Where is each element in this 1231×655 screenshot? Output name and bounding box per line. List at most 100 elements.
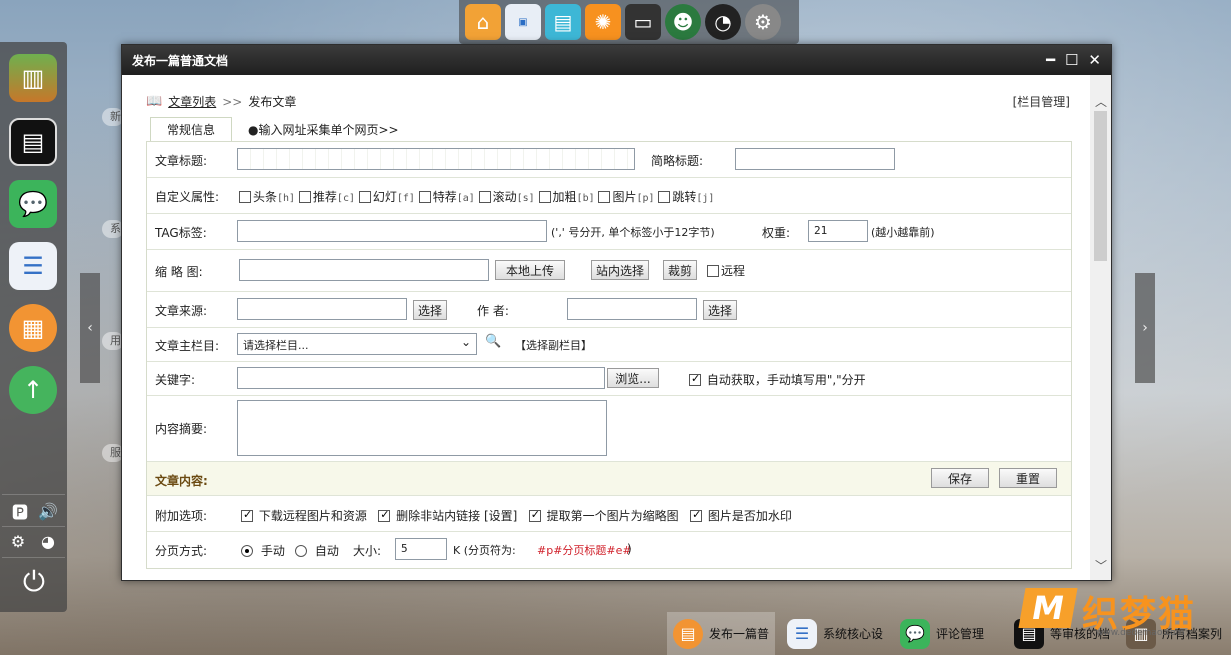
taskbar-label: 发布一篇普 [709,627,770,641]
sub-column-link[interactable]: 【选择副栏目】 [515,337,592,353]
author-input[interactable] [567,298,697,320]
toolbox-icon[interactable]: ▤ [545,4,581,40]
settings-icon: ☰ [787,618,817,649]
remove-links-checkbox[interactable]: 删除非站内链接 [设置] [378,508,517,523]
next-page-arrow[interactable]: › [1135,273,1155,383]
content-header: 文章内容: [155,474,208,488]
summary-textarea[interactable] [237,400,607,456]
local-upload-button[interactable]: 本地上传 [495,260,565,280]
window-controls: ━ ☐ ✕ [1046,51,1101,69]
home-icon[interactable]: ⌂ [465,4,501,40]
search-icon[interactable]: 🔍 [485,334,501,349]
site-select-button[interactable]: 站内选择 [591,260,649,280]
keywords-label: 关键字: [155,373,196,387]
tab-collect-url[interactable]: ●输入网址采集单个网页>> [232,117,415,141]
content-header-row: 文章内容: 保存 重置 [147,462,1071,496]
browse-button[interactable]: 浏览... [607,368,659,388]
maximize-icon[interactable]: ☐ [1065,51,1078,69]
clock-icon[interactable]: ◔ [705,4,741,40]
thumbnail-input[interactable] [239,259,489,281]
attr-checkbox[interactable]: 滚动[s] [478,190,535,204]
brand-url: www.dedemao.com [1096,628,1185,638]
scroll-down-icon[interactable]: ﹀ [1095,557,1107,574]
palette-icon[interactable]: ◕ [36,529,60,553]
note-icon[interactable]: ▦ [9,304,57,352]
taskbar-item-comments[interactable]: 💬 评论管理 [894,612,990,655]
tab-general[interactable]: 常规信息 [150,117,233,141]
toggle-settings-icon[interactable]: ☰ [9,242,57,290]
window-scrollbar[interactable]: ︿ ﹀ [1090,75,1111,580]
top-dock: ⌂ ▣ ▤ ✺ ▭ ☻ ◔ ⚙ [459,0,799,44]
taskbar-label: 系统核心设 [823,627,884,641]
column-manage-link[interactable]: [栏目管理] [1013,93,1070,110]
chat-icon[interactable]: 💬 [9,180,57,228]
weight-label: 权重: [762,226,791,240]
auto-fetch-checkbox[interactable]: 自动获取，手动填写用","分开 [689,371,866,388]
attr-checkbox[interactable]: 幻灯[f] [358,190,415,204]
left-dock: ▥ ▤ 💬 ☰ ▦ ↑ 🅿 🔊 ⚙ ◕ ⏻ [0,42,67,612]
taskbar-item-publish[interactable]: ▤ 发布一篇普 [667,612,776,655]
attr-checkbox[interactable]: 加粗[b] [538,190,595,204]
attr-checkbox[interactable]: 跳转[j] [658,190,714,204]
paging-manual-radio[interactable]: 手动 [241,542,285,559]
plugin-icon[interactable]: ▣ [505,4,541,40]
brand-logo-mark: M [1018,588,1078,628]
taskbar-item-core-settings[interactable]: ☰ 系统核心设 [781,612,889,655]
attr-checkbox[interactable]: 头条[h] [239,190,295,204]
paging-row: 分页方式: 手动 自动 大小: 5 K (分页符为: #p#分页标题#e# ) [147,532,1071,568]
extra-options-row: 附加选项: 下载远程图片和资源 删除非站内链接 [设置] 提取第一个图片为缩略图… [147,496,1071,532]
size-input[interactable]: 5 [395,538,447,560]
orange-icon[interactable]: ✺ [585,4,621,40]
custom-attr-label: 自定义属性: [155,190,220,204]
attr-checkbox[interactable]: 图片[p] [598,190,655,204]
settings-icon[interactable]: ⚙ [6,529,30,553]
summary-label: 内容摘要: [155,422,208,436]
close-icon[interactable]: ✕ [1088,51,1101,69]
column-selected-value: 请选择栏目... [243,339,309,352]
paging-auto-radio[interactable]: 自动 [295,542,339,559]
download-remote-checkbox[interactable]: 下载远程图片和资源 [241,508,367,523]
dock-divider [2,557,65,558]
card-icon[interactable]: ▭ [625,4,661,40]
power-icon[interactable]: ⏻ [18,565,50,598]
scroll-thumb[interactable] [1094,111,1107,261]
weight-input[interactable]: 21 [808,220,868,242]
article-list-link[interactable]: 文章列表 [168,93,216,110]
reset-button[interactable]: 重置 [999,468,1057,488]
volume-icon[interactable]: 🔊 [36,499,60,523]
window-titlebar[interactable]: 发布一篇普通文档 [122,45,1111,75]
custom-attr-list: 头条[h] 推荐[c] 幻灯[f] 特荐[a] 滚动[s] 加粗[b] 图片[p… [239,188,714,205]
tag-input[interactable] [237,220,547,242]
window-title: 发布一篇普通文档 [132,53,229,68]
parking-icon[interactable]: 🅿 [8,499,32,523]
remote-checkbox[interactable]: 远程 [707,262,745,279]
short-title-input[interactable] [735,148,895,170]
upload-icon[interactable]: ↑ [9,366,57,414]
crop-button[interactable]: 裁剪 [663,260,697,280]
keywords-input[interactable] [237,367,605,389]
title-row: 文章标题: 简略标题: [147,142,1071,178]
user-icon[interactable]: ☻ [665,4,701,40]
dock-divider [2,526,65,527]
article-form: 文章标题: 简略标题: 自定义属性: 头条[h] 推荐[c] 幻灯[f] 特荐[… [146,141,1072,569]
weight-hint: (越小越靠前) [871,226,935,239]
column-select[interactable]: 请选择栏目... ⌄ [237,333,477,355]
first-image-thumb-checkbox[interactable]: 提取第一个图片为缩略图 [528,508,679,523]
gear-icon[interactable]: ⚙ [745,4,781,40]
save-button[interactable]: 保存 [931,468,989,488]
books-icon[interactable]: ▥ [9,54,57,102]
breadcrumb-current: 发布文章 [248,95,297,109]
source-select-button[interactable]: 选择 [413,300,447,320]
breadcrumb-separator: >> [222,94,243,109]
scroll-up-icon[interactable]: ︿ [1095,93,1107,110]
attr-checkbox[interactable]: 特荐[a] [418,190,475,204]
source-input[interactable] [237,298,407,320]
author-select-button[interactable]: 选择 [703,300,737,320]
prev-page-arrow[interactable]: ‹ [80,273,100,383]
watermark-checkbox[interactable]: 图片是否加水印 [690,508,792,523]
title-label: 文章标题: [155,154,208,168]
minimize-icon[interactable]: ━ [1046,51,1055,69]
title-input[interactable] [237,148,635,170]
document-icon[interactable]: ▤ [9,118,57,166]
attr-checkbox[interactable]: 推荐[c] [298,190,355,204]
